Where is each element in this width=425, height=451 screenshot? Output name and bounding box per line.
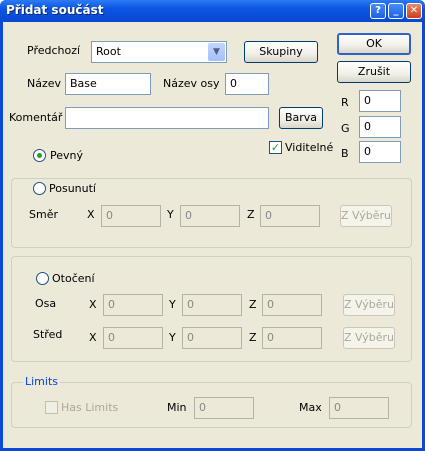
predchozi-label: Předchozí (27, 44, 81, 57)
smer-z-vyberu-button[interactable]: Z Výběru (340, 205, 392, 227)
smer-x-label: X (87, 208, 95, 221)
osa-x-label: X (89, 298, 97, 311)
minimize-button[interactable]: _ (388, 3, 404, 19)
max-input[interactable]: 0 (329, 397, 389, 419)
nazev-osy-input[interactable]: 0 (225, 73, 269, 95)
stred-y-input[interactable]: 0 (182, 327, 242, 349)
pevny-label: Pevný (50, 149, 83, 162)
smer-z-input[interactable]: 0 (260, 205, 320, 227)
smer-y-label: Y (167, 208, 174, 221)
stred-y-label: Y (169, 331, 176, 344)
nazev-label: Název (27, 77, 62, 90)
barva-button[interactable]: Barva (279, 107, 323, 129)
osa-y-label: Y (169, 298, 176, 311)
g-label: G (341, 122, 350, 135)
title-bar[interactable]: Přidat součást ? _ ✕ (0, 0, 425, 22)
has-limits-checkbox[interactable] (45, 401, 58, 414)
smer-x-input[interactable]: 0 (101, 205, 161, 227)
otoceni-label: Otočení (52, 272, 95, 285)
predchozi-combo[interactable]: Root ▼ (91, 41, 227, 63)
limits-title: Limits (23, 375, 60, 388)
smer-z-label: Z (247, 208, 255, 221)
dialog-window: Přidat součást ? _ ✕ Předchozí Root ▼ Sk… (0, 0, 425, 451)
smer-y-input[interactable]: 0 (180, 205, 240, 227)
min-input[interactable]: 0 (194, 397, 254, 419)
help-button[interactable]: ? (370, 3, 386, 19)
stred-z-label: Z (249, 331, 257, 344)
g-input[interactable]: 0 (359, 116, 401, 138)
viditelne-checkbox[interactable]: ✓ (269, 141, 282, 154)
osa-y-input[interactable]: 0 (182, 294, 242, 316)
posunuti-label: Posunutí (49, 182, 96, 195)
skupiny-button[interactable]: Skupiny (244, 41, 318, 63)
min-label: Min (167, 401, 187, 414)
otoceni-radio[interactable] (36, 272, 49, 285)
osa-label: Osa (35, 297, 57, 310)
has-limits-label: Has Limits (61, 401, 119, 414)
b-input[interactable]: 0 (359, 141, 401, 163)
stred-z-vyberu-button[interactable]: Z Výběru (343, 327, 395, 349)
r-input[interactable]: 0 (359, 90, 401, 112)
stred-x-input[interactable]: 0 (103, 327, 163, 349)
osa-x-input[interactable]: 0 (103, 294, 163, 316)
max-label: Max (299, 401, 322, 414)
r-label: R (341, 96, 349, 109)
posunuti-radio[interactable] (33, 182, 46, 195)
stred-z-input[interactable]: 0 (262, 327, 322, 349)
zrusit-button[interactable]: Zrušit (337, 61, 411, 83)
ok-button[interactable]: OK (337, 33, 411, 55)
close-button[interactable]: ✕ (406, 3, 422, 19)
stred-x-label: X (89, 331, 97, 344)
chevron-down-icon[interactable]: ▼ (208, 43, 225, 61)
dialog-body: Předchozí Root ▼ Skupiny OK Zrušit Název… (3, 22, 422, 448)
predchozi-value: Root (96, 45, 121, 58)
komentar-label: Komentář (9, 111, 63, 124)
stred-label: Střed (33, 328, 63, 341)
b-label: B (341, 147, 349, 160)
osa-z-vyberu-button[interactable]: Z Výběru (343, 294, 395, 316)
osa-z-input[interactable]: 0 (262, 294, 322, 316)
nazev-input[interactable]: Base (65, 73, 151, 95)
komentar-input[interactable] (65, 107, 269, 129)
smer-label: Směr (29, 208, 58, 221)
window-title: Přidat součást (6, 3, 104, 17)
pevny-radio[interactable] (33, 149, 46, 162)
nazev-osy-label: Název osy (163, 77, 220, 90)
viditelne-label: Viditelné (285, 141, 334, 154)
osa-z-label: Z (249, 298, 257, 311)
